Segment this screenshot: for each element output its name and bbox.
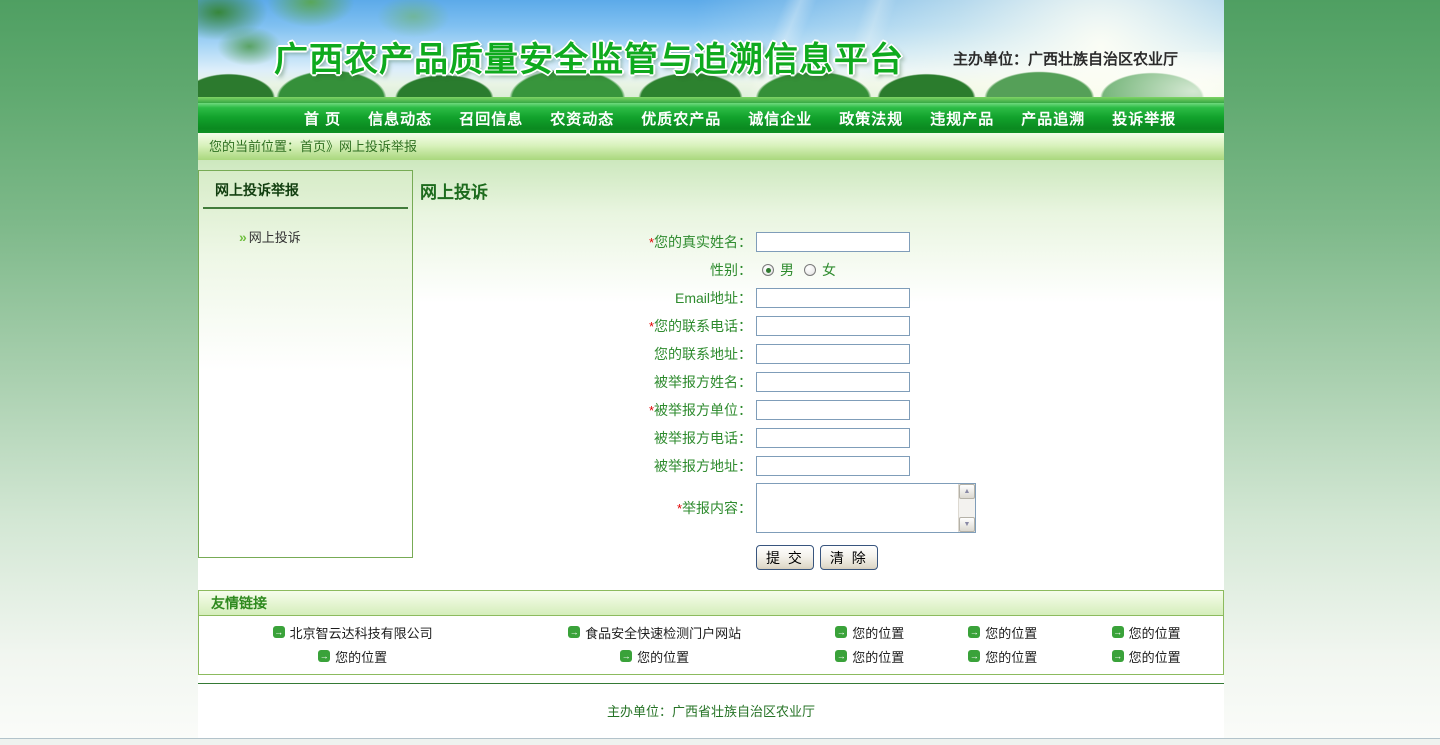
real-name-input[interactable] (756, 232, 910, 252)
friend-link[interactable]: →您的位置 (1112, 623, 1181, 642)
nav-item-agri-supplies[interactable]: 农资动态 (550, 108, 614, 129)
form-buttons: 提 交 清 除 (756, 545, 1224, 570)
friend-links-title: 友情链接 (199, 591, 1223, 616)
friend-links-section: 友情链接 →北京智云达科技有限公司 →食品安全快速检测门户网站 →您的位置 →您… (198, 590, 1224, 675)
page-background: 广西农产品质量安全监管与追溯信息平台 主办单位：广西壮族自治区农业厅 首 页 信… (0, 0, 1440, 745)
friend-link[interactable]: →您的位置 (835, 623, 904, 642)
friend-links-body: →北京智云达科技有限公司 →食品安全快速检测门户网站 →您的位置 →您的位置 →… (199, 616, 1223, 674)
sidebar-item-label: 网上投诉 (249, 230, 301, 245)
gender-radio-male[interactable] (762, 264, 774, 276)
contact-phone-input[interactable] (756, 316, 910, 336)
form-row-reported-phone: 被举报方电话： (420, 424, 1224, 452)
site-title: 广西农产品质量安全监管与追溯信息平台 (274, 32, 904, 81)
field-label: 被举报方姓名： (420, 372, 752, 392)
friend-link[interactable]: →您的位置 (968, 647, 1037, 666)
arrow-square-icon: → (568, 626, 580, 638)
reported-unit-input[interactable] (756, 400, 910, 420)
form-row-email: Email地址： (420, 284, 1224, 312)
arrow-square-icon: → (1112, 626, 1124, 638)
content-area: 网上投诉举报 »网上投诉 网上投诉 *您的真实姓名： 性别： (198, 160, 1224, 745)
nav-item-trusted-companies[interactable]: 诚信企业 (748, 108, 812, 129)
friend-links-row-2: →您的位置 →您的位置 →您的位置 →您的位置 →您的位置 (199, 644, 1223, 668)
form-row-reported-unit: *被举报方单位： (420, 396, 1224, 424)
reported-phone-input[interactable] (756, 428, 910, 448)
form-row-reported-address: 被举报方地址： (420, 452, 1224, 480)
main-panel: 网上投诉 *您的真实姓名： 性别： 男 女 (420, 170, 1224, 570)
friend-link[interactable]: →您的位置 (318, 647, 387, 666)
sidebar-item-online-complaint[interactable]: »网上投诉 (199, 227, 412, 246)
bottom-edge-strip (0, 738, 1440, 745)
friend-link[interactable]: →北京智云达科技有限公司 (273, 623, 433, 642)
field-label: 被举报方地址： (420, 456, 752, 476)
nav-item-recall[interactable]: 召回信息 (459, 108, 523, 129)
arrow-square-icon: → (620, 650, 632, 662)
sidebar-title: 网上投诉举报 (203, 171, 408, 209)
report-content-textarea[interactable] (757, 484, 958, 532)
nav-item-quality-products[interactable]: 优质农产品 (641, 108, 721, 129)
nav-item-complaints[interactable]: 投诉举报 (1112, 108, 1176, 129)
double-arrow-icon: » (239, 229, 247, 245)
friend-link[interactable]: →您的位置 (1112, 647, 1181, 666)
gender-option-female-label: 女 (822, 260, 836, 280)
form-row-contact-phone: *您的联系电话： (420, 312, 1224, 340)
main-nav: 首 页 信息动态 召回信息 农资动态 优质农产品 诚信企业 政策法规 违规产品 … (198, 103, 1224, 133)
textarea-scrollbar[interactable]: ▲ ▼ (958, 484, 975, 532)
report-content-box: ▲ ▼ (756, 483, 976, 533)
arrow-square-icon: → (1112, 650, 1124, 662)
form-row-real-name: *您的真实姓名： (420, 228, 1224, 256)
nav-item-traceability[interactable]: 产品追溯 (1021, 108, 1085, 129)
banner-organizer: 主办单位：广西壮族自治区农业厅 (953, 48, 1178, 69)
field-label: Email地址： (420, 288, 752, 308)
reported-name-input[interactable] (756, 372, 910, 392)
arrow-square-icon: → (318, 650, 330, 662)
arrow-square-icon: → (968, 650, 980, 662)
friend-links-row-1: →北京智云达科技有限公司 →食品安全快速检测门户网站 →您的位置 →您的位置 →… (199, 620, 1223, 644)
nav-item-home[interactable]: 首 页 (304, 108, 341, 129)
arrow-square-icon: → (835, 626, 847, 638)
site-banner: 广西农产品质量安全监管与追溯信息平台 主办单位：广西壮族自治区农业厅 (198, 0, 1224, 103)
field-label: *您的真实姓名： (420, 232, 752, 252)
friend-link[interactable]: →您的位置 (835, 647, 904, 666)
field-label: *举报内容： (420, 498, 752, 518)
site-container: 广西农产品质量安全监管与追溯信息平台 主办单位：广西壮族自治区农业厅 首 页 信… (198, 0, 1224, 745)
arrow-square-icon: → (968, 626, 980, 638)
site-footer: 主办单位：广西省壮族自治区农业厅 技术支持：北京智云达科技有限公司 (198, 684, 1224, 745)
sidebar: 网上投诉举报 »网上投诉 (198, 170, 413, 558)
field-label: *被举报方单位： (420, 400, 752, 420)
contact-address-input[interactable] (756, 344, 910, 364)
nav-item-violations[interactable]: 违规产品 (930, 108, 994, 129)
form-row-contact-address: 您的联系地址： (420, 340, 1224, 368)
reported-address-input[interactable] (756, 456, 910, 476)
arrow-square-icon: → (273, 626, 285, 638)
scroll-up-icon[interactable]: ▲ (959, 484, 975, 499)
gender-option-male-label: 男 (780, 260, 794, 280)
breadcrumb: 您的当前位置：首页》网上投诉举报 (198, 133, 1224, 160)
footer-organizer: 主办单位：广西省壮族自治区农业厅 (198, 701, 1224, 720)
friend-link[interactable]: →您的位置 (620, 647, 689, 666)
form-row-report-content: *举报内容： ▲ ▼ (420, 480, 1224, 536)
friend-link[interactable]: →您的位置 (968, 623, 1037, 642)
submit-button[interactable]: 提 交 (756, 545, 814, 570)
arrow-square-icon: → (835, 650, 847, 662)
field-label: 被举报方电话： (420, 428, 752, 448)
nav-item-policies[interactable]: 政策法规 (839, 108, 903, 129)
nav-item-news[interactable]: 信息动态 (368, 108, 432, 129)
friend-link[interactable]: →食品安全快速检测门户网站 (568, 623, 741, 642)
banner-grass-strip (198, 97, 1224, 103)
page-title: 网上投诉 (420, 170, 1224, 203)
clear-button[interactable]: 清 除 (820, 545, 878, 570)
field-label: 性别： (420, 260, 752, 280)
scroll-down-icon[interactable]: ▼ (959, 517, 975, 532)
form-row-gender: 性别： 男 女 (420, 256, 1224, 284)
gender-radio-female[interactable] (804, 264, 816, 276)
form-row-reported-name: 被举报方姓名： (420, 368, 1224, 396)
field-label: 您的联系地址： (420, 344, 752, 364)
field-label: *您的联系电话： (420, 316, 752, 336)
complaint-form: *您的真实姓名： 性别： 男 女 Email地址： (420, 228, 1224, 570)
email-input[interactable] (756, 288, 910, 308)
